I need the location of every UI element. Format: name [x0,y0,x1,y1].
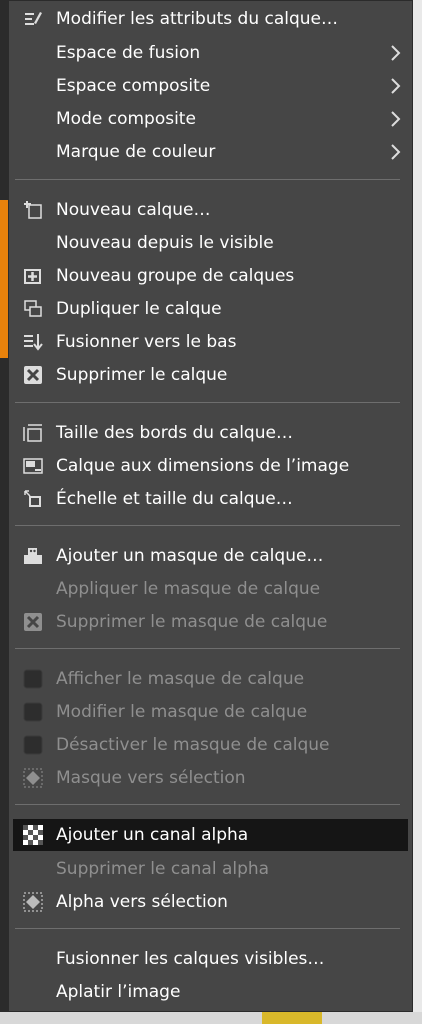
menu-item-new-layer[interactable]: Nouveau calque… [9,194,412,226]
merge-down-icon [23,332,43,352]
chevron-right-icon [386,143,404,161]
checkbox-icon [23,702,43,722]
delete-layer-icon [23,365,43,385]
layer-to-image-size-icon [23,456,43,476]
menu-separator [15,402,400,403]
menu-item-merge-visible-layers[interactable]: Fusionner les calques visibles… [9,943,412,975]
chevron-right-icon [386,44,404,62]
menu-item-color-tag[interactable]: Marque de couleur [9,136,412,168]
menu-item-apply-layer-mask[interactable]: Appliquer le masque de calque [9,573,412,605]
menu-item-edit-layer-attributes[interactable]: Modifier les attributs du calque… [9,3,412,35]
menu-item-edit-layer-mask[interactable]: Modifier le masque de calque [9,696,412,728]
menu-item-layer-boundary-size[interactable]: Taille des bords du calque… [9,417,412,449]
menu-item-composite-mode[interactable]: Mode composite [9,103,412,135]
menu-item-new-from-visible[interactable]: Nouveau depuis le visible [9,227,412,259]
menu-separator [15,525,400,526]
menu-item-scale-layer[interactable]: Échelle et taille du calque… [9,483,412,515]
menu-item-duplicate-layer[interactable]: Dupliquer le calque [9,293,412,325]
add-alpha-icon [23,825,43,845]
menu-item-blend-space[interactable]: Espace de fusion [9,37,412,69]
layer-context-menu: Modifier les attributs du calque… Espace… [8,0,413,1012]
menu-item-remove-alpha-channel[interactable]: Supprimer le canal alpha [9,853,412,885]
delete-mask-icon [23,612,43,632]
chevron-right-icon [386,110,404,128]
menu-item-merge-down[interactable]: Fusionner vers le bas [9,326,412,358]
add-mask-icon [23,546,43,566]
layer-boundary-size-icon [23,423,43,443]
menu-item-new-layer-group[interactable]: Nouveau groupe de calques [9,260,412,292]
alpha-to-selection-icon [23,892,43,912]
menu-separator [15,928,400,929]
menu-item-delete-layer-mask[interactable]: Supprimer le masque de calque [9,606,412,638]
menu-item-alpha-to-selection[interactable]: Alpha vers sélection [9,886,412,918]
canvas-right-edge [412,0,422,1024]
edit-attributes-icon [23,9,43,29]
canvas-bottom-edge [0,1012,422,1024]
scale-layer-icon [23,489,43,509]
menu-item-composite-space[interactable]: Espace composite [9,70,412,102]
checkbox-icon [23,735,43,755]
menu-item-add-layer-mask[interactable]: Ajouter un masque de calque… [9,540,412,572]
mask-to-selection-icon [23,768,43,788]
new-layer-icon [23,200,43,220]
menu-item-disable-layer-mask[interactable]: Désactiver le masque de calque [9,729,412,761]
menu-item-flatten-image[interactable]: Aplatir l’image [9,976,412,1008]
menu-separator [15,648,400,649]
new-layer-group-icon [23,266,43,286]
menu-item-delete-layer[interactable]: Supprimer le calque [9,359,412,391]
duplicate-layer-icon [23,299,43,319]
menu-item-layer-to-image-size[interactable]: Calque aux dimensions de l’image [9,450,412,482]
menu-separator [15,804,400,805]
menu-separator [15,179,400,180]
menu-item-add-alpha-channel[interactable]: Ajouter un canal alpha [13,819,408,851]
menu-item-mask-to-selection[interactable]: Masque vers sélection [9,762,412,794]
chevron-right-icon [386,77,404,95]
checkbox-icon [23,669,43,689]
menu-item-show-layer-mask[interactable]: Afficher le masque de calque [9,663,412,695]
